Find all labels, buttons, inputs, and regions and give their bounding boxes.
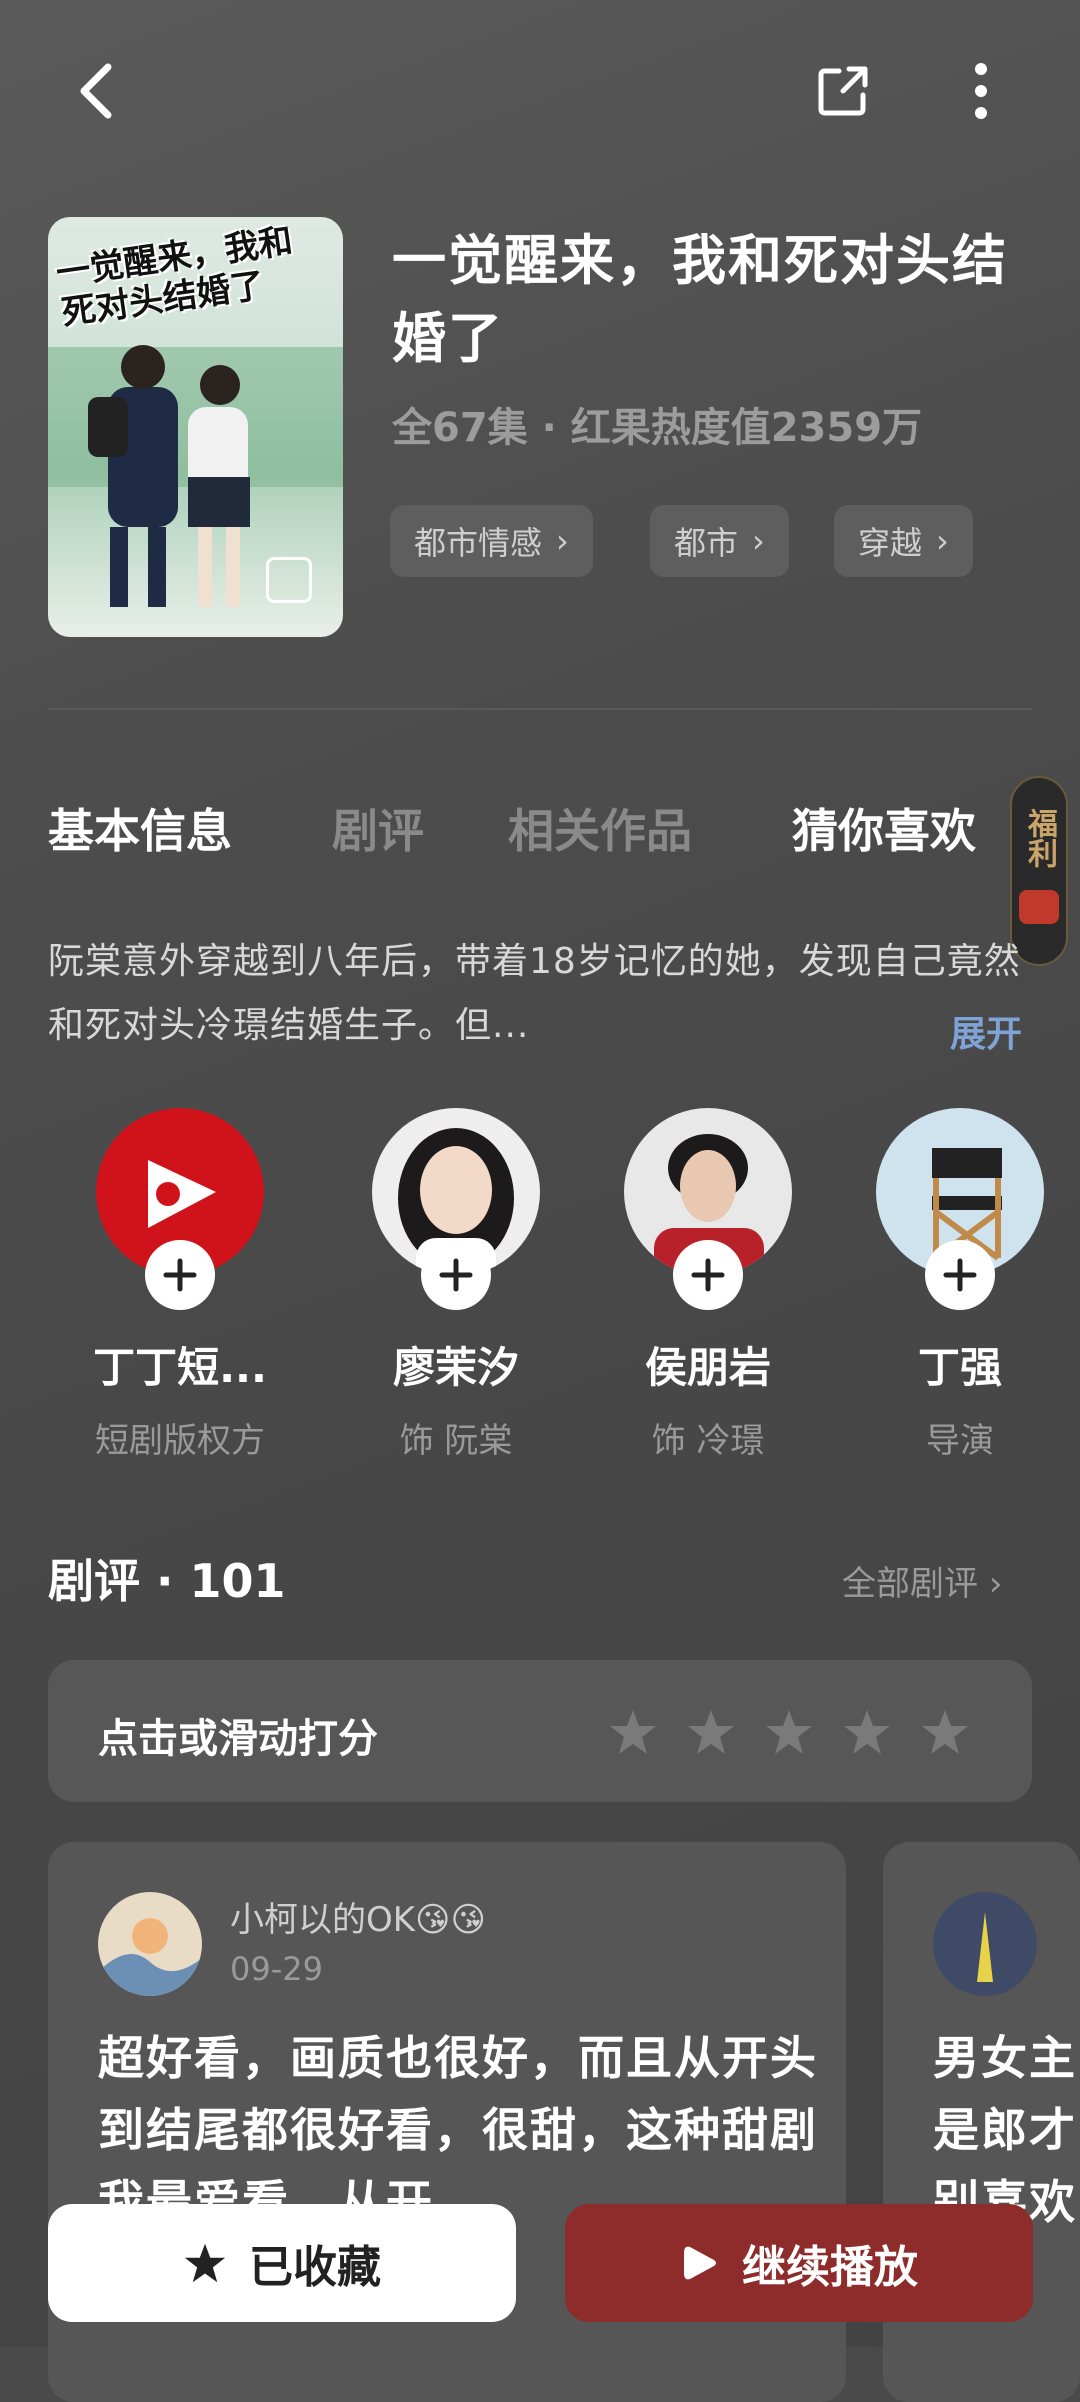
plus-icon xyxy=(691,1258,725,1292)
follow-plus-button[interactable] xyxy=(421,1240,491,1310)
chevron-right-icon: › xyxy=(556,522,569,560)
chevron-right-icon: › xyxy=(752,522,765,560)
cast-item[interactable]: 廖茉汐 饰 阮棠 xyxy=(341,1108,571,1462)
more-button[interactable] xyxy=(936,46,1026,136)
cast-role: 饰 阮棠 xyxy=(399,1421,513,1461)
drama-description: 阮棠意外穿越到八年后，带着18岁记忆的她，发现自己竟然和死对头冷璟结婚生子。但.… xyxy=(48,941,1021,1046)
cast-role: 导演 xyxy=(926,1421,994,1461)
cast-role: 短剧版权方 xyxy=(95,1421,265,1461)
drama-title: 一觉醒来，我和死对头结婚了 xyxy=(392,229,1008,370)
continue-play-label: 继续播放 xyxy=(742,2242,918,2293)
gallery-icon[interactable] xyxy=(266,557,312,603)
star-icon[interactable] xyxy=(842,1708,892,1756)
star-filled-icon xyxy=(184,2243,226,2283)
star-icon[interactable] xyxy=(686,1708,736,1756)
tag-urban[interactable]: 都市 › xyxy=(650,505,789,577)
tag-label: 都市情感 xyxy=(414,524,543,562)
tag-label: 都市 xyxy=(674,524,739,562)
review-username: 小柯以的OK😘😘 xyxy=(230,1900,486,1940)
favorite-button[interactable]: 已收藏 xyxy=(48,2204,516,2322)
play-icon xyxy=(684,2246,716,2280)
follow-plus-button[interactable] xyxy=(673,1240,743,1310)
rating-box[interactable]: 点击或滑动打分 xyxy=(48,1660,1032,1802)
follow-plus-button[interactable] xyxy=(145,1240,215,1310)
share-button[interactable] xyxy=(798,46,888,136)
more-vertical-icon xyxy=(975,63,987,119)
cast-item[interactable]: 丁强 导演 xyxy=(845,1108,1075,1462)
all-reviews-link[interactable]: 全部剧评 › xyxy=(842,1556,1002,1605)
tag-urban-romance[interactable]: 都市情感 › xyxy=(390,505,593,577)
drama-meta: 全67集 · 红果热度值2359万 xyxy=(392,405,923,451)
tag-label: 穿越 xyxy=(858,524,923,562)
tag-time-travel[interactable]: 穿越 › xyxy=(834,505,973,577)
landscape-avatar xyxy=(98,1918,202,1996)
tower-avatar xyxy=(977,1912,993,1982)
tab-related-works[interactable]: 相关作品 xyxy=(508,795,692,861)
tab-reviews[interactable]: 剧评 xyxy=(332,795,424,861)
star-icon[interactable] xyxy=(764,1708,814,1756)
favorite-label: 已收藏 xyxy=(249,2242,381,2293)
tab-recommendations[interactable]: 猜你喜欢 xyxy=(792,795,976,861)
cast-name: 侯朋岩 xyxy=(644,1343,771,1392)
follow-plus-button[interactable] xyxy=(925,1240,995,1310)
plus-icon xyxy=(439,1258,473,1292)
cast-name: 丁丁短... xyxy=(93,1343,267,1392)
share-icon xyxy=(818,66,868,116)
review-date: 09-29 xyxy=(230,1950,323,1988)
cast-name: 丁强 xyxy=(917,1343,1002,1392)
red-envelope-icon xyxy=(1019,890,1059,924)
reviews-section-title: 剧评 · 101 xyxy=(48,1554,286,1608)
plus-icon xyxy=(163,1258,197,1292)
all-reviews-label: 全部剧评 xyxy=(842,1564,978,1604)
divider xyxy=(48,708,1032,710)
back-button[interactable] xyxy=(52,46,142,136)
avatar xyxy=(933,1892,1037,1996)
cast-name: 廖茉汐 xyxy=(392,1343,519,1392)
star-icon[interactable] xyxy=(608,1708,658,1756)
chevron-right-icon: › xyxy=(988,1564,1003,1604)
avatar xyxy=(98,1892,202,1996)
chevron-right-icon: › xyxy=(936,522,949,560)
continue-play-button[interactable]: 继续播放 xyxy=(565,2204,1033,2322)
drama-poster[interactable]: 一觉醒来，我和死对头结婚了 xyxy=(48,217,343,637)
cast-item[interactable]: 侯朋岩 饰 冷璟 xyxy=(593,1108,823,1462)
welfare-label: 福利 xyxy=(1022,808,1057,868)
star-icon[interactable] xyxy=(920,1708,970,1756)
plus-icon xyxy=(943,1258,977,1292)
rate-prompt: 点击或滑动打分 xyxy=(98,1716,378,1762)
tab-basic-info[interactable]: 基本信息 xyxy=(48,795,232,861)
expand-button[interactable]: 展开 xyxy=(950,1005,1022,1057)
chevron-left-icon xyxy=(80,63,112,119)
cast-item[interactable]: 丁丁短... 短剧版权方 xyxy=(65,1108,295,1462)
cast-role: 饰 冷璟 xyxy=(651,1421,765,1461)
